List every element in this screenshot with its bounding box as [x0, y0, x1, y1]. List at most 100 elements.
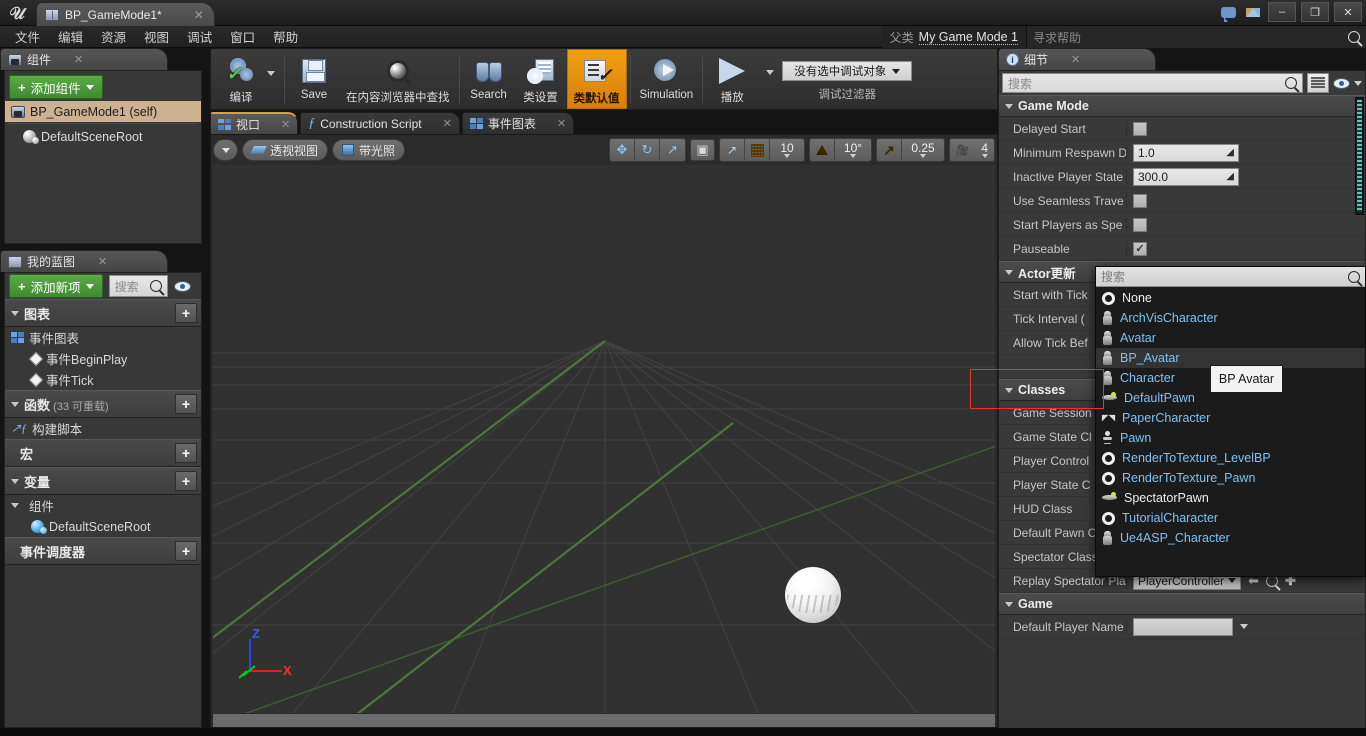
close-icon[interactable]: ✕	[74, 53, 83, 66]
class-settings-button[interactable]: 类设置	[515, 49, 567, 109]
view-mode-button[interactable]: 透视视图	[242, 139, 329, 161]
scale-snap-value-button[interactable]: 0.25	[902, 139, 944, 161]
class-picker-item[interactable]: ◤◥ PaperCharacter	[1096, 408, 1365, 428]
number-input[interactable]: 300.0 ◢	[1133, 167, 1239, 186]
play-options-chevron-down-icon[interactable]	[766, 69, 775, 75]
blueprint-section-header[interactable]: 变量 +	[5, 467, 201, 495]
text-input[interactable]	[1133, 617, 1233, 636]
blueprint-tree-item[interactable]: ↗ƒ 构建脚本	[5, 418, 201, 439]
class-picker-item[interactable]: RenderToTexture_LevelBP	[1096, 448, 1365, 468]
chevron-down-icon[interactable]	[1354, 80, 1362, 86]
scale-tool-button[interactable]: ↗	[660, 139, 685, 161]
translate-tool-button[interactable]: ✥	[610, 139, 635, 161]
feedback-icon[interactable]	[1218, 2, 1238, 22]
add-new-button[interactable]: + 添加新项	[9, 274, 103, 298]
grid-snap-value-button[interactable]: 10	[770, 139, 804, 161]
class-picker-item[interactable]: RenderToTexture_Pawn	[1096, 468, 1365, 488]
blueprint-tree-item[interactable]: DefaultSceneRoot	[5, 516, 201, 537]
blueprint-section-header[interactable]: 宏 +	[5, 439, 201, 467]
play-button[interactable]: 播放	[706, 49, 758, 109]
eye-icon[interactable]	[1333, 77, 1350, 89]
component-tree-row[interactable]: DefaultSceneRoot	[5, 126, 201, 147]
chevron-down-icon[interactable]	[1240, 624, 1248, 629]
scale-snap-toggle[interactable]: ↗	[877, 139, 902, 161]
class-picker-dropdown[interactable]: 搜索 None ArchVisCharacter Avatar BP_Avatar Ch…	[1095, 266, 1366, 577]
close-icon[interactable]: ✕	[194, 8, 204, 22]
rotation-snap-value-button[interactable]: 10°	[835, 139, 871, 161]
class-picker-item[interactable]: SpectatorPawn	[1096, 488, 1365, 508]
help-search-box[interactable]: 寻求帮助	[1026, 26, 1366, 48]
menu-item-6[interactable]: 帮助	[264, 25, 307, 48]
class-picker-item[interactable]: Pawn	[1096, 428, 1365, 448]
class-defaults-button[interactable]: ✓ 类默认值	[566, 49, 627, 109]
menu-item-2[interactable]: 资源	[92, 25, 135, 48]
save-button[interactable]: Save	[288, 49, 340, 109]
blueprint-tree-item[interactable]: 事件Tick	[5, 369, 201, 390]
viewport-tab-2[interactable]: 事件图表 ✕	[461, 112, 575, 134]
document-tab[interactable]: BP_GameMode1* ✕	[36, 2, 215, 26]
component-tree-row[interactable]: BP_GameMode1 (self)	[5, 101, 201, 122]
add-to-section-button[interactable]: +	[175, 443, 197, 463]
debug-object-select[interactable]: 没有选中调试对象	[782, 61, 913, 81]
menu-item-5[interactable]: 窗口	[221, 25, 264, 48]
blueprint-section-header[interactable]: 事件调度器 +	[5, 537, 201, 565]
menu-item-4[interactable]: 调试	[178, 25, 221, 48]
viewport-3d-canvas[interactable]: Z X	[213, 165, 995, 713]
maximize-button[interactable]: ❐	[1301, 2, 1329, 22]
details-scroll-indicator[interactable]	[1355, 97, 1364, 215]
add-component-button[interactable]: + 添加组件	[9, 75, 103, 99]
close-icon[interactable]: ✕	[1071, 53, 1080, 66]
details-category-header[interactable]: Game Mode	[999, 95, 1365, 117]
menu-item-0[interactable]: 文件	[6, 25, 49, 48]
spinner-icon[interactable]: ◢	[1226, 147, 1234, 158]
display-options-button[interactable]	[1307, 73, 1329, 93]
search-button[interactable]: Search	[463, 49, 515, 109]
spinner-icon[interactable]: ◢	[1226, 171, 1234, 182]
class-picker-search-input[interactable]: 搜索	[1096, 267, 1365, 287]
viewport-tab-0[interactable]: 视口 ✕	[210, 112, 299, 134]
class-picker-item[interactable]: TutorialCharacter	[1096, 508, 1365, 528]
class-picker-item[interactable]: ArchVisCharacter	[1096, 308, 1365, 328]
rotation-snap-toggle[interactable]	[810, 139, 835, 161]
minimize-button[interactable]: –	[1268, 2, 1296, 22]
marketplace-icon[interactable]	[1243, 2, 1263, 22]
close-icon[interactable]: ✕	[281, 118, 290, 131]
menu-item-1[interactable]: 编辑	[49, 25, 92, 48]
surface-snap-button[interactable]: ↗	[720, 139, 745, 161]
parent-class-link[interactable]: My Game Mode 1	[918, 30, 1018, 45]
add-to-section-button[interactable]: +	[175, 303, 197, 323]
close-icon[interactable]: ✕	[98, 255, 107, 268]
checkbox[interactable]	[1133, 121, 1147, 136]
checkbox[interactable]	[1133, 217, 1147, 232]
find-in-content-browser-button[interactable]: 在内容浏览器中查找	[340, 49, 456, 109]
class-picker-item[interactable]: None	[1096, 288, 1365, 308]
viewport-tab-1[interactable]: ƒ Construction Script ✕	[300, 112, 460, 134]
sphere-mesh[interactable]	[785, 567, 841, 623]
checkbox[interactable]	[1133, 193, 1147, 208]
class-picker-item[interactable]: Avatar	[1096, 328, 1365, 348]
blueprint-tree-item[interactable]: 事件BeginPlay	[5, 348, 201, 369]
menu-item-3[interactable]: 视图	[135, 25, 178, 48]
tab-components[interactable]: 组件 ✕	[0, 48, 168, 70]
close-icon[interactable]: ✕	[557, 117, 566, 130]
coordinate-space-button[interactable]: ▣	[690, 139, 715, 161]
close-button[interactable]: ✕	[1334, 2, 1362, 22]
compile-options-chevron-down-icon[interactable]	[267, 70, 275, 76]
camera-speed-button[interactable]: 🎥 4	[950, 139, 994, 161]
add-to-section-button[interactable]: +	[175, 471, 197, 491]
compile-button[interactable]: ✓ 编译	[215, 49, 267, 109]
my-blueprint-search-input[interactable]: 搜索	[108, 275, 168, 297]
eye-icon[interactable]	[174, 280, 191, 292]
lit-mode-button[interactable]: 带光照	[332, 139, 406, 161]
grid-snap-toggle[interactable]	[745, 139, 770, 161]
close-icon[interactable]: ✕	[443, 117, 452, 130]
tab-my-blueprint[interactable]: 我的蓝图 ✕	[0, 250, 168, 272]
rotate-tool-button[interactable]: ↻	[635, 139, 660, 161]
blueprint-tree-item[interactable]: 事件图表	[5, 327, 201, 348]
class-picker-item[interactable]: Ue4ASP_Character	[1096, 528, 1365, 548]
tab-details[interactable]: i 细节 ✕	[998, 48, 1156, 70]
blueprint-tree-item[interactable]: 组件	[5, 495, 201, 516]
details-search-input[interactable]: 搜索	[1002, 73, 1303, 93]
add-to-section-button[interactable]: +	[175, 541, 197, 561]
add-to-section-button[interactable]: +	[175, 394, 197, 414]
